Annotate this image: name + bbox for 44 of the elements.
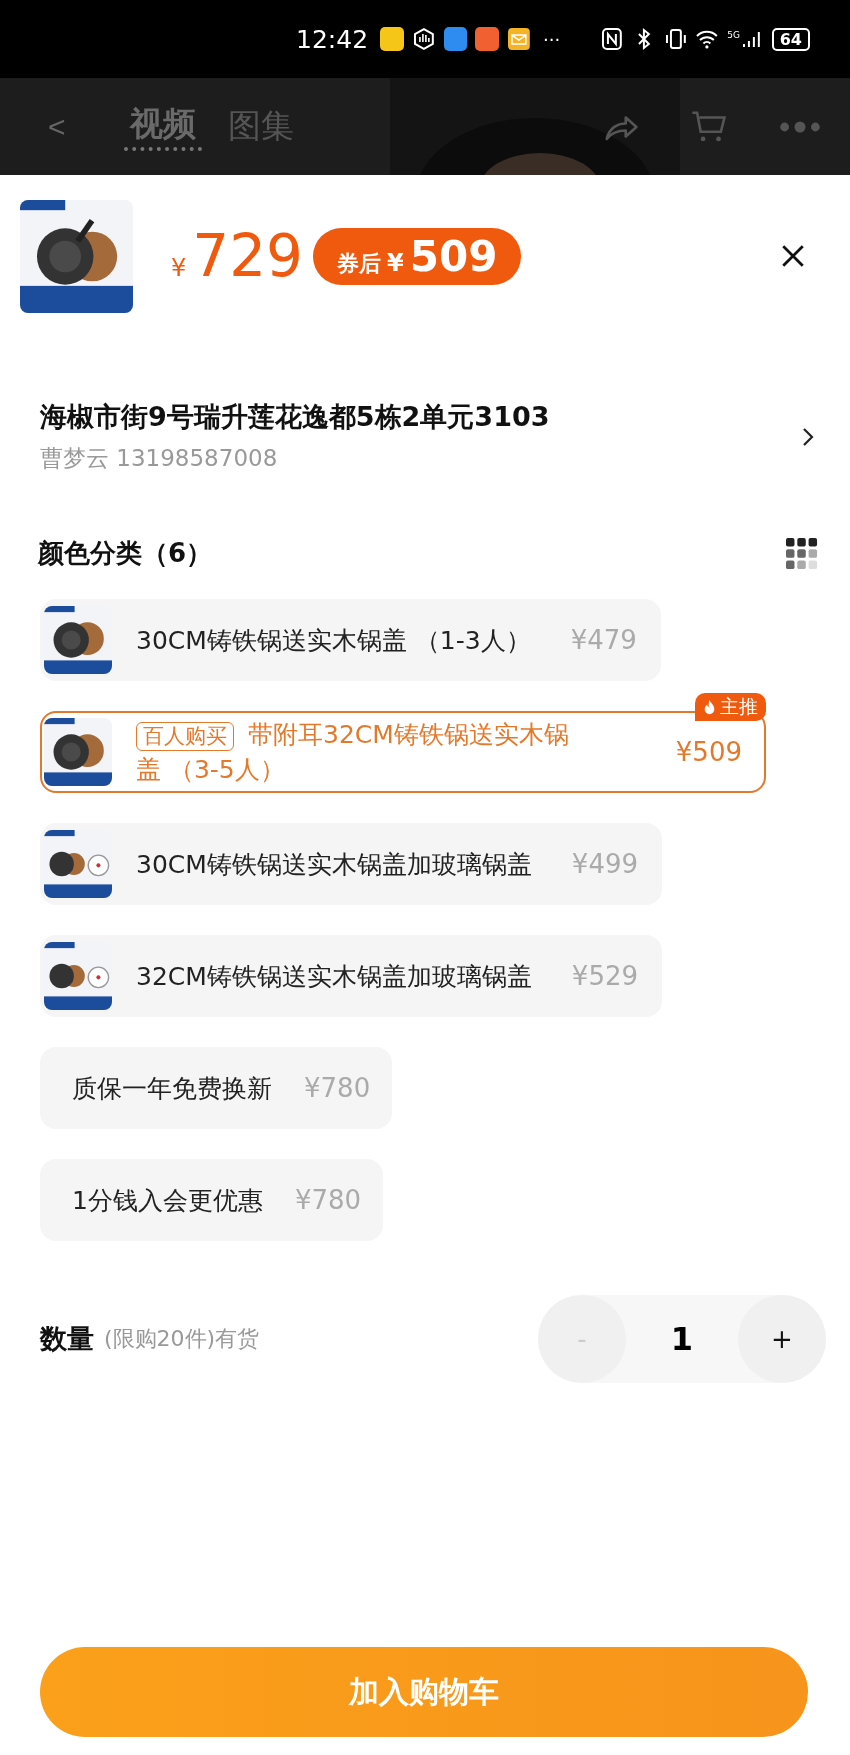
grid-view-icon[interactable] <box>786 537 818 570</box>
vibrate-icon <box>663 27 688 51</box>
option-label: 1分钱入会更优惠 <box>72 1184 263 1217</box>
contact-text: 曹梦云 13198587008 <box>40 444 279 473</box>
increase-button[interactable]: + <box>738 1295 826 1383</box>
purchase-limit-text: (限购20件)有货 <box>104 1325 260 1353</box>
quantity-label: 数量 <box>40 1322 94 1356</box>
option-label: 质保一年免费换新 <box>72 1072 272 1105</box>
address-selector[interactable]: 海椒市街9号瑞升莲花逸都5栋2单元3103 曹梦云 13198587008 <box>40 399 820 474</box>
option-label: 百人购买 带附耳32CM铸铁锅送实木锅盖 （3-5人） <box>136 719 570 786</box>
service-option[interactable]: 1分钱入会更优惠 ¥780 <box>40 1159 384 1241</box>
close-icon[interactable] <box>780 243 806 269</box>
best-seller-tag: 百人购买 <box>136 722 234 752</box>
option-price: ¥499 <box>571 849 638 879</box>
option-label: 32CM铸铁锅送实木锅盖加玻璃锅盖 <box>136 960 532 993</box>
variant-option[interactable]: 30CM铸铁锅送实木锅盖加玻璃锅盖 ¥499 <box>40 823 662 905</box>
section-title: 颜色分类（6） <box>38 537 213 570</box>
option-price: ¥780 <box>294 1185 362 1215</box>
nfc-icon <box>600 27 624 51</box>
app-notification-icon <box>380 27 404 51</box>
option-price: ¥780 <box>304 1073 371 1103</box>
option-price: ¥509 <box>675 737 742 767</box>
battery-level: 64 <box>771 27 810 51</box>
quantity-value: 1 <box>670 1320 694 1358</box>
network-type: 5G <box>727 30 740 40</box>
chevron-right-icon <box>802 426 814 447</box>
service-option[interactable]: 质保一年免费换新 ¥780 <box>40 1047 393 1129</box>
option-price: ¥529 <box>571 961 638 991</box>
option-label: 30CM铸铁锅送实木锅盖加玻璃锅盖 <box>136 848 532 881</box>
mail-icon <box>507 27 532 51</box>
app-notification-icon <box>475 27 500 51</box>
option-price: ¥479 <box>570 625 637 655</box>
currency-symbol: ¥ <box>171 254 187 282</box>
variant-option[interactable]: 32CM铸铁锅送实木锅盖加玻璃锅盖 ¥529 <box>40 935 662 1017</box>
weather-app-icon <box>443 27 468 51</box>
clock: 12:42 <box>296 24 369 54</box>
option-label: 30CM铸铁锅送实木锅盖 （1-3人） <box>136 624 531 657</box>
variant-option[interactable]: 30CM铸铁锅送实木锅盖 （1-3人） ¥479 <box>40 599 661 681</box>
more-notifications-text: ··· <box>543 28 561 50</box>
more-icon[interactable] <box>778 119 822 134</box>
coupon-price-badge: 券后 ¥509 <box>313 227 522 285</box>
price: 729 <box>192 222 303 290</box>
recommended-badge: 主推 <box>695 693 766 721</box>
address-text: 海椒市街9号瑞升莲花逸都5栋2单元3103 <box>40 400 551 434</box>
